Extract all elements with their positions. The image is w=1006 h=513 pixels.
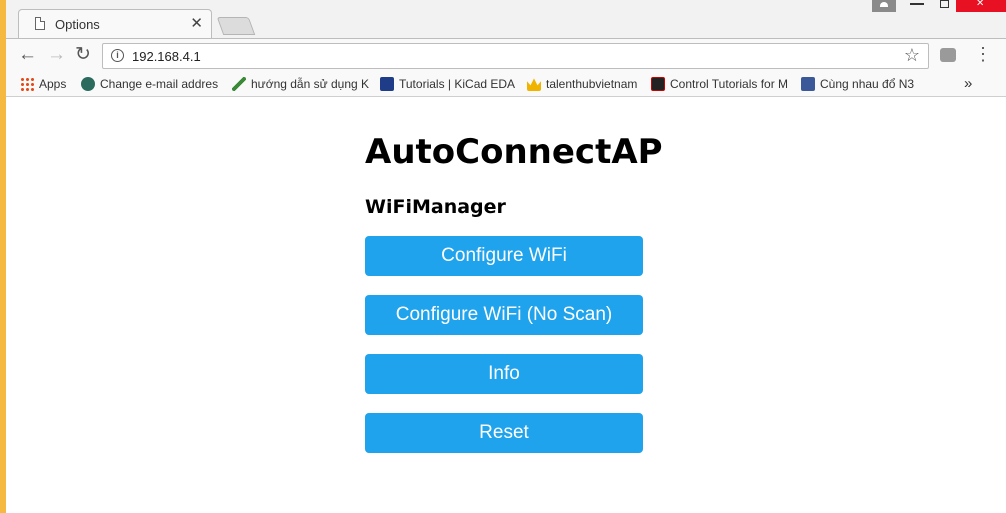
kicad-icon xyxy=(380,77,394,91)
leaf-icon xyxy=(232,77,246,91)
reset-button[interactable]: Reset xyxy=(365,413,643,453)
title-bar: Options ✕ xyxy=(6,0,1006,38)
new-tab-button[interactable] xyxy=(216,17,256,35)
bookmark-apps[interactable]: Apps xyxy=(20,77,66,93)
bookmark-label: Change e-mail addres xyxy=(100,77,219,91)
menu-icon[interactable]: ⋮ xyxy=(974,44,992,65)
profile-icon[interactable] xyxy=(872,0,896,12)
configure-wifi-button[interactable]: Configure WiFi xyxy=(365,236,643,276)
bookmark-label: Control Tutorials for M xyxy=(670,77,789,91)
bookmark-cung-nhau[interactable]: Cùng nhau đổ N3 xyxy=(801,77,926,93)
url-text[interactable]: 192.168.4.1 xyxy=(132,49,201,64)
page-subtitle: WiFiManager xyxy=(365,196,506,218)
browser-toolbar: ← → ↻ i 192.168.4.1 ☆ ⋮ xyxy=(6,38,1006,73)
bookmarks-bar: Apps Change e-mail addres hướng dẫn sử d… xyxy=(6,73,1006,97)
browser-window: Options ✕ ← → ↻ i 192.168.4.1 ☆ ⋮ Apps C… xyxy=(6,0,1006,513)
bookmark-label: Cùng nhau đổ N3 xyxy=(820,77,915,91)
page-content: AutoConnectAP WiFiManager Configure WiFi… xyxy=(6,97,1006,513)
bookmark-control-tutorials[interactable]: Control Tutorials for M xyxy=(651,77,793,93)
tab-options[interactable]: Options ✕ xyxy=(18,9,212,38)
reload-icon[interactable]: ↻ xyxy=(75,45,91,65)
bookmark-huong-dan[interactable]: hướng dẫn sử dụng K xyxy=(232,77,372,93)
page-title: AutoConnectAP xyxy=(365,132,663,172)
bookmark-talenthub[interactable]: talenthubvietnam xyxy=(527,77,647,93)
extension-icon[interactable] xyxy=(940,48,956,62)
minimize-button[interactable] xyxy=(910,3,924,5)
facebook-icon xyxy=(801,77,815,91)
bookmark-change-email[interactable]: Change e-mail addres xyxy=(81,77,221,93)
maximize-button[interactable] xyxy=(940,0,949,8)
bookmark-star-icon[interactable]: ☆ xyxy=(904,45,920,66)
info-button[interactable]: Info xyxy=(365,354,643,394)
page-icon xyxy=(35,17,45,30)
info-icon[interactable]: i xyxy=(111,49,124,62)
bookmark-kicad[interactable]: Tutorials | KiCad EDA xyxy=(380,77,520,93)
bookmark-label: hướng dẫn sử dụng K xyxy=(251,77,370,91)
site-icon xyxy=(81,77,95,91)
crown-icon xyxy=(527,78,541,91)
tab-close-icon[interactable]: ✕ xyxy=(190,14,203,32)
configure-wifi-noscan-button[interactable]: Configure WiFi (No Scan) xyxy=(365,295,643,335)
tab-title: Options xyxy=(55,17,100,32)
bookmark-label: Tutorials | KiCad EDA xyxy=(399,77,516,91)
forward-arrow-icon[interactable]: → xyxy=(47,45,66,65)
close-window-button[interactable] xyxy=(956,0,1006,12)
apps-grid-icon xyxy=(20,77,34,91)
bookmarks-overflow-icon[interactable]: » xyxy=(964,75,972,91)
address-bar[interactable]: i 192.168.4.1 ☆ xyxy=(102,43,929,69)
control-icon xyxy=(651,77,665,91)
back-arrow-icon[interactable]: ← xyxy=(18,45,37,65)
bookmark-label: Apps xyxy=(39,77,67,91)
bookmark-label: talenthubvietnam xyxy=(546,77,638,91)
